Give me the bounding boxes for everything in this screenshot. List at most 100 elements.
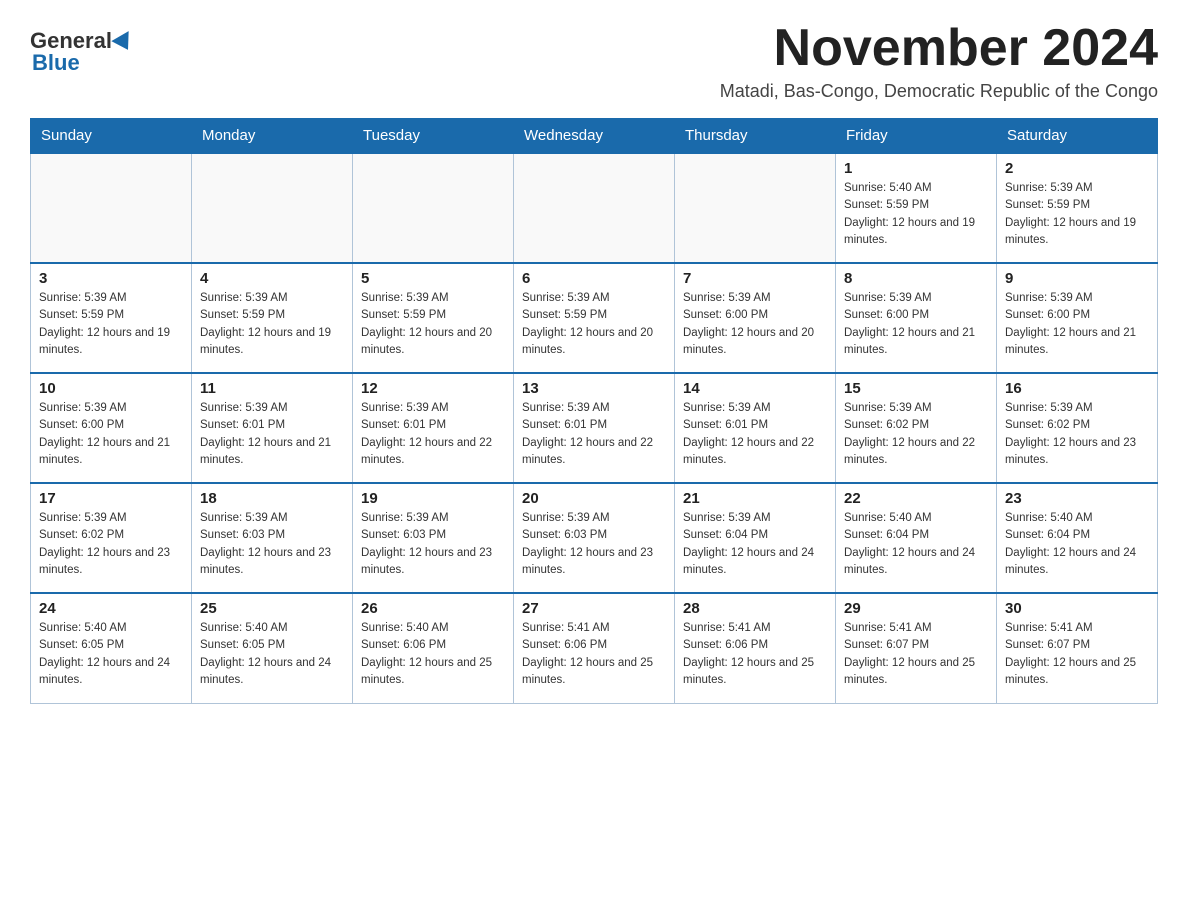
day-info: Sunrise: 5:41 AMSunset: 6:06 PMDaylight:… — [683, 620, 827, 689]
calendar-cell-11: 11Sunrise: 5:39 AMSunset: 6:01 PMDayligh… — [192, 373, 353, 483]
day-number: 23 — [1005, 490, 1149, 507]
day-number: 28 — [683, 600, 827, 617]
day-info: Sunrise: 5:39 AMSunset: 6:02 PMDaylight:… — [844, 400, 988, 469]
day-number: 19 — [361, 490, 505, 507]
day-info: Sunrise: 5:41 AMSunset: 6:07 PMDaylight:… — [844, 620, 988, 689]
calendar-header-row: SundayMondayTuesdayWednesdayThursdayFrid… — [31, 119, 1158, 154]
day-info: Sunrise: 5:41 AMSunset: 6:06 PMDaylight:… — [522, 620, 666, 689]
calendar-cell-9: 9Sunrise: 5:39 AMSunset: 6:00 PMDaylight… — [997, 263, 1158, 373]
day-number: 24 — [39, 600, 183, 617]
day-number: 8 — [844, 270, 988, 287]
calendar-header-thursday: Thursday — [675, 119, 836, 154]
calendar-cell-28: 28 Sunrise: 5:41 AMSunset: 6:06 PMDayligh… — [675, 593, 836, 703]
week-row-5: 24 Sunrise: 5:40 AMSunset: 6:05 PMDayligh… — [31, 593, 1158, 703]
day-number: 26 — [361, 600, 505, 617]
day-info: Sunrise: 5:39 AMSunset: 6:01 PMDaylight:… — [361, 400, 505, 469]
day-info: Sunrise: 5:39 AMSunset: 6:01 PMDaylight:… — [200, 400, 344, 469]
day-number: 20 — [522, 490, 666, 507]
day-info: Sunrise: 5:39 AMSunset: 6:04 PMDaylight:… — [683, 510, 827, 579]
calendar-cell-8: 8 Sunrise: 5:39 AMSunset: 6:00 PMDaylight… — [836, 263, 997, 373]
calendar-cell-19: 19 Sunrise: 5:39 AMSunset: 6:03 PMDayligh… — [353, 483, 514, 593]
calendar-cell-15: 15 Sunrise: 5:39 AMSunset: 6:02 PMDayligh… — [836, 373, 997, 483]
day-info: Sunrise: 5:39 AMSunset: 6:03 PMDaylight:… — [361, 510, 505, 579]
day-info: Sunrise: 5:40 AMSunset: 6:04 PMDaylight:… — [844, 510, 988, 579]
calendar-cell-22: 22 Sunrise: 5:40 AMSunset: 6:04 PMDayligh… — [836, 483, 997, 593]
calendar-cell-7: 7 Sunrise: 5:39 AMSunset: 6:00 PMDaylight… — [675, 263, 836, 373]
day-number: 10 — [39, 380, 183, 397]
day-info: Sunrise: 5:39 AMSunset: 6:03 PMDaylight:… — [200, 510, 344, 579]
day-number: 13 — [522, 380, 666, 397]
day-number: 6 — [522, 270, 666, 287]
calendar-header-saturday: Saturday — [997, 119, 1158, 154]
calendar-cell-2: 2 Sunrise: 5:39 AMSunset: 5:59 PMDaylight… — [997, 153, 1158, 263]
day-number: 17 — [39, 490, 183, 507]
calendar-cell-empty — [31, 153, 192, 263]
logo-arrow-icon — [111, 31, 136, 55]
day-info: Sunrise: 5:39 AMSunset: 5:59 PMDaylight:… — [1005, 180, 1149, 249]
calendar-header-friday: Friday — [836, 119, 997, 154]
calendar-cell-24: 24 Sunrise: 5:40 AMSunset: 6:05 PMDayligh… — [31, 593, 192, 703]
calendar-cell-23: 23Sunrise: 5:40 AMSunset: 6:04 PMDayligh… — [997, 483, 1158, 593]
day-number: 5 — [361, 270, 505, 287]
day-number: 30 — [1005, 600, 1149, 617]
calendar-cell-26: 26 Sunrise: 5:40 AMSunset: 6:06 PMDayligh… — [353, 593, 514, 703]
page-header: General Blue November 2024 Matadi, Bas-C… — [30, 20, 1158, 102]
day-info: Sunrise: 5:39 AMSunset: 6:02 PMDaylight:… — [1005, 400, 1149, 469]
calendar-header-sunday: Sunday — [31, 119, 192, 154]
day-info: Sunrise: 5:39 AMSunset: 6:01 PMDaylight:… — [683, 400, 827, 469]
calendar-cell-14: 14Sunrise: 5:39 AMSunset: 6:01 PMDayligh… — [675, 373, 836, 483]
week-row-3: 10 Sunrise: 5:39 AMSunset: 6:00 PMDayligh… — [31, 373, 1158, 483]
day-info: Sunrise: 5:39 AMSunset: 5:59 PMDaylight:… — [361, 290, 505, 359]
day-info: Sunrise: 5:41 AMSunset: 6:07 PMDaylight:… — [1005, 620, 1149, 689]
day-info: Sunrise: 5:39 AMSunset: 6:02 PMDaylight:… — [39, 510, 183, 579]
logo: General Blue — [30, 28, 134, 76]
day-info: Sunrise: 5:40 AMSunset: 6:05 PMDaylight:… — [39, 620, 183, 689]
day-number: 12 — [361, 380, 505, 397]
day-info: Sunrise: 5:39 AMSunset: 6:00 PMDaylight:… — [1005, 290, 1149, 359]
calendar-cell-empty — [675, 153, 836, 263]
day-info: Sunrise: 5:40 AMSunset: 5:59 PMDaylight:… — [844, 180, 988, 249]
calendar-table: SundayMondayTuesdayWednesdayThursdayFrid… — [30, 118, 1158, 704]
day-number: 16 — [1005, 380, 1149, 397]
day-info: Sunrise: 5:39 AMSunset: 5:59 PMDaylight:… — [39, 290, 183, 359]
calendar-cell-4: 4 Sunrise: 5:39 AMSunset: 5:59 PMDaylight… — [192, 263, 353, 373]
week-row-2: 3 Sunrise: 5:39 AMSunset: 5:59 PMDaylight… — [31, 263, 1158, 373]
month-title: November 2024 — [720, 20, 1158, 77]
day-number: 4 — [200, 270, 344, 287]
calendar-header-monday: Monday — [192, 119, 353, 154]
day-number: 3 — [39, 270, 183, 287]
calendar-cell-30: 30 Sunrise: 5:41 AMSunset: 6:07 PMDayligh… — [997, 593, 1158, 703]
day-number: 15 — [844, 380, 988, 397]
calendar-cell-16: 16 Sunrise: 5:39 AMSunset: 6:02 PMDayligh… — [997, 373, 1158, 483]
day-info: Sunrise: 5:39 AMSunset: 6:00 PMDaylight:… — [844, 290, 988, 359]
location-subtitle: Matadi, Bas-Congo, Democratic Republic o… — [720, 81, 1158, 102]
week-row-4: 17 Sunrise: 5:39 AMSunset: 6:02 PMDayligh… — [31, 483, 1158, 593]
calendar-cell-1: 1 Sunrise: 5:40 AMSunset: 5:59 PMDaylight… — [836, 153, 997, 263]
calendar-cell-20: 20 Sunrise: 5:39 AMSunset: 6:03 PMDayligh… — [514, 483, 675, 593]
day-number: 1 — [844, 160, 988, 177]
day-number: 25 — [200, 600, 344, 617]
calendar-header-wednesday: Wednesday — [514, 119, 675, 154]
day-number: 7 — [683, 270, 827, 287]
calendar-cell-18: 18 Sunrise: 5:39 AMSunset: 6:03 PMDayligh… — [192, 483, 353, 593]
calendar-cell-empty — [192, 153, 353, 263]
calendar-cell-25: 25Sunrise: 5:40 AMSunset: 6:05 PMDayligh… — [192, 593, 353, 703]
calendar-cell-13: 13 Sunrise: 5:39 AMSunset: 6:01 PMDayligh… — [514, 373, 675, 483]
calendar-cell-10: 10 Sunrise: 5:39 AMSunset: 6:00 PMDayligh… — [31, 373, 192, 483]
day-info: Sunrise: 5:39 AMSunset: 5:59 PMDaylight:… — [200, 290, 344, 359]
day-number: 29 — [844, 600, 988, 617]
day-info: Sunrise: 5:39 AMSunset: 6:01 PMDaylight:… — [522, 400, 666, 469]
day-number: 22 — [844, 490, 988, 507]
day-info: Sunrise: 5:39 AMSunset: 6:00 PMDaylight:… — [683, 290, 827, 359]
week-row-1: 1 Sunrise: 5:40 AMSunset: 5:59 PMDaylight… — [31, 153, 1158, 263]
calendar-cell-21: 21Sunrise: 5:39 AMSunset: 6:04 PMDayligh… — [675, 483, 836, 593]
day-info: Sunrise: 5:39 AMSunset: 5:59 PMDaylight:… — [522, 290, 666, 359]
title-block: November 2024 Matadi, Bas-Congo, Democra… — [720, 20, 1158, 102]
day-number: 2 — [1005, 160, 1149, 177]
day-info: Sunrise: 5:39 AMSunset: 6:03 PMDaylight:… — [522, 510, 666, 579]
day-number: 18 — [200, 490, 344, 507]
calendar-cell-5: 5 Sunrise: 5:39 AMSunset: 5:59 PMDaylight… — [353, 263, 514, 373]
day-info: Sunrise: 5:40 AMSunset: 6:06 PMDaylight:… — [361, 620, 505, 689]
logo-blue-text: Blue — [32, 50, 80, 76]
day-info: Sunrise: 5:39 AMSunset: 6:00 PMDaylight:… — [39, 400, 183, 469]
